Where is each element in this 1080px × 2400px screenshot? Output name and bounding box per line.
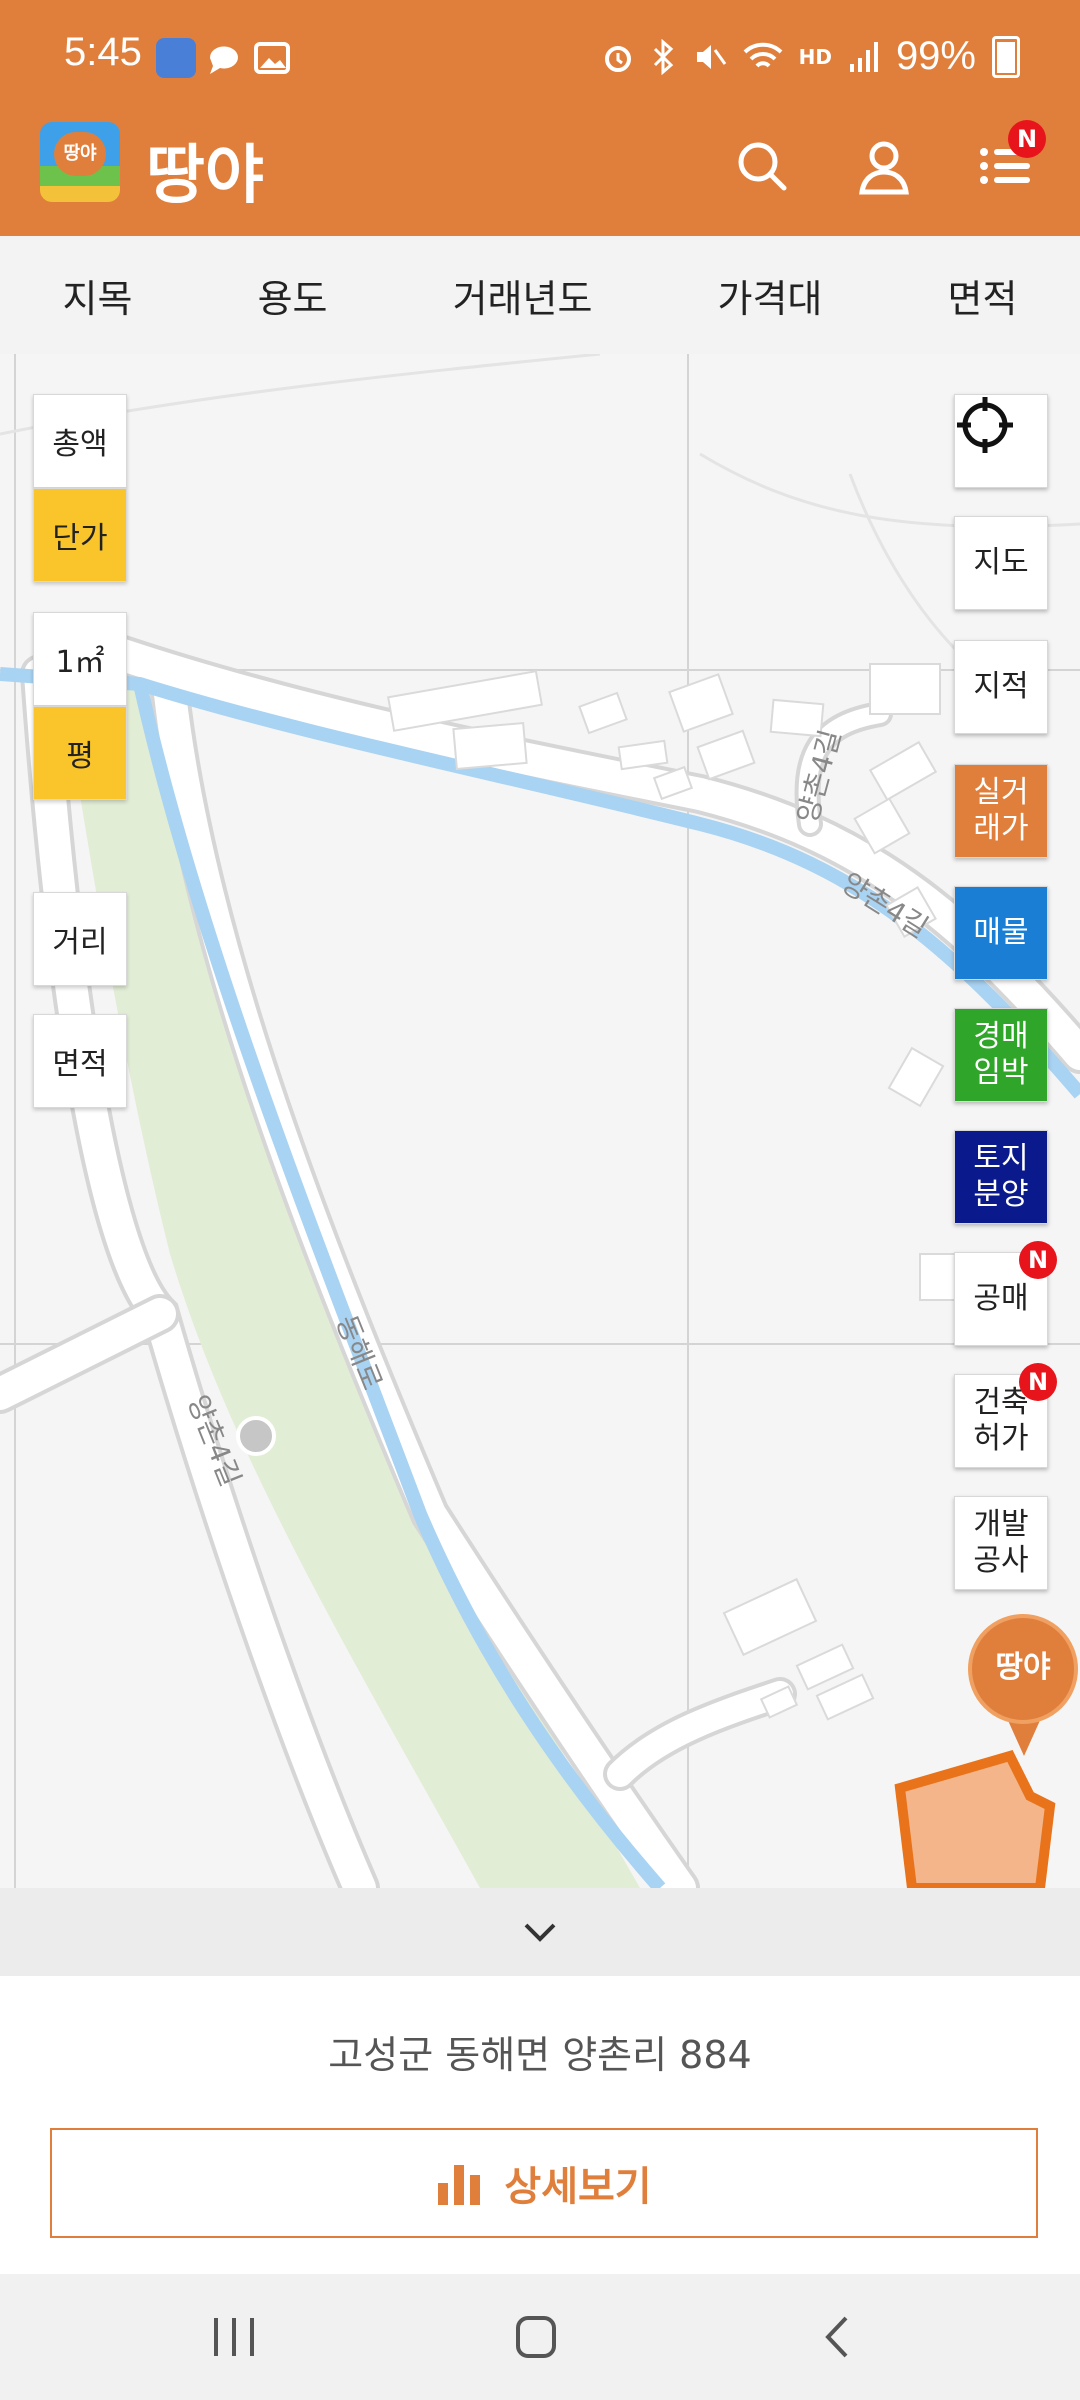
gallery-icon xyxy=(254,42,290,74)
cadastral-layer-button[interactable]: 지적 xyxy=(954,640,1048,734)
land-sale-button[interactable]: 토지 분양 xyxy=(954,1130,1048,1224)
total-price-toggle[interactable]: 총액 xyxy=(33,394,127,488)
bluetooth-icon xyxy=(653,38,673,75)
development-button[interactable]: 개발 공사 xyxy=(954,1496,1048,1590)
sqm-unit-toggle[interactable]: 1㎡ xyxy=(33,612,127,706)
system-nav-bar xyxy=(0,2274,1080,2400)
menu-button[interactable]: N xyxy=(976,120,1046,196)
pyeong-unit-toggle[interactable]: 평 xyxy=(33,706,127,800)
building-permit-label: 건축 허가 xyxy=(973,1385,1029,1456)
bar-chart-icon xyxy=(438,2165,481,2205)
filter-tabs: 지목 용도 거래년도 가격대 면적 xyxy=(0,236,1080,356)
app-notification-icon xyxy=(156,38,196,78)
parcel-info-sheet: 고성군 동해면 양촌리 884 상세보기 xyxy=(0,1976,1080,2274)
filter-zoning[interactable]: 용도 xyxy=(248,268,338,323)
filter-land-category[interactable]: 지목 xyxy=(53,268,143,323)
status-time: 5:45 xyxy=(64,30,142,74)
signal-icon xyxy=(849,41,878,72)
crosshair-icon xyxy=(957,397,1013,453)
area-measure-button[interactable]: 면적 xyxy=(33,1014,127,1108)
map-canvas xyxy=(0,354,1080,1888)
unit-price-toggle[interactable]: 단가 xyxy=(33,488,127,582)
wifi-icon xyxy=(743,42,782,68)
network-label: HD xyxy=(798,44,832,69)
recent-apps-icon[interactable] xyxy=(204,2312,264,2362)
detail-view-button[interactable]: 상세보기 xyxy=(50,2128,1038,2238)
chevron-down-icon xyxy=(524,1923,556,1942)
detail-view-label: 상세보기 xyxy=(504,2164,652,2210)
map-view[interactable]: 양촌4길 양촌4길 동해로 양촌4길 총액 단가 1㎡ 평 거리 면적 지도 지… xyxy=(0,354,1080,1888)
listing-button[interactable]: 매물 xyxy=(954,886,1048,980)
app-logo[interactable]: 땅야 xyxy=(40,122,120,202)
back-icon[interactable] xyxy=(808,2312,868,2362)
home-icon[interactable] xyxy=(506,2312,566,2362)
filter-area[interactable]: 면적 xyxy=(938,268,1028,323)
status-bar: 5:45 HD 99% xyxy=(0,0,1080,118)
location-marker[interactable]: 땅야 xyxy=(968,1614,1078,1724)
new-badge: N xyxy=(1019,1241,1057,1279)
distance-measure-button[interactable]: 거리 xyxy=(33,892,127,986)
battery-percent: 99% xyxy=(895,34,976,78)
battery-icon xyxy=(992,35,1020,78)
user-icon[interactable] xyxy=(854,136,914,196)
mute-icon xyxy=(696,44,726,69)
map-layer-button[interactable]: 지도 xyxy=(954,516,1048,610)
public-sale-button[interactable]: 공매 N xyxy=(954,1241,1057,1346)
parcel-address: 고성군 동해면 양촌리 884 xyxy=(328,2033,752,2077)
filter-trade-year[interactable]: 거래년도 xyxy=(443,268,603,323)
new-badge: N xyxy=(1019,1363,1057,1401)
public-sale-label: 공매 xyxy=(973,1281,1029,1316)
alarm-icon xyxy=(604,45,631,72)
sheet-collapse-button[interactable] xyxy=(0,1888,1080,1976)
filter-price-range[interactable]: 가격대 xyxy=(708,268,833,323)
menu-new-badge: N xyxy=(1008,120,1046,158)
app-title: 땅야 xyxy=(146,139,264,213)
building-permit-button[interactable]: 건축 허가 N xyxy=(954,1363,1057,1468)
real-trade-button[interactable]: 실거 래가 xyxy=(954,764,1048,858)
search-icon[interactable] xyxy=(732,136,792,196)
app-header: 5:45 HD 99% 땅야 땅야 N xyxy=(0,0,1080,236)
chat-icon xyxy=(209,46,238,74)
my-location-button[interactable] xyxy=(954,394,1048,488)
auction-button[interactable]: 경매 임박 xyxy=(954,1008,1048,1102)
